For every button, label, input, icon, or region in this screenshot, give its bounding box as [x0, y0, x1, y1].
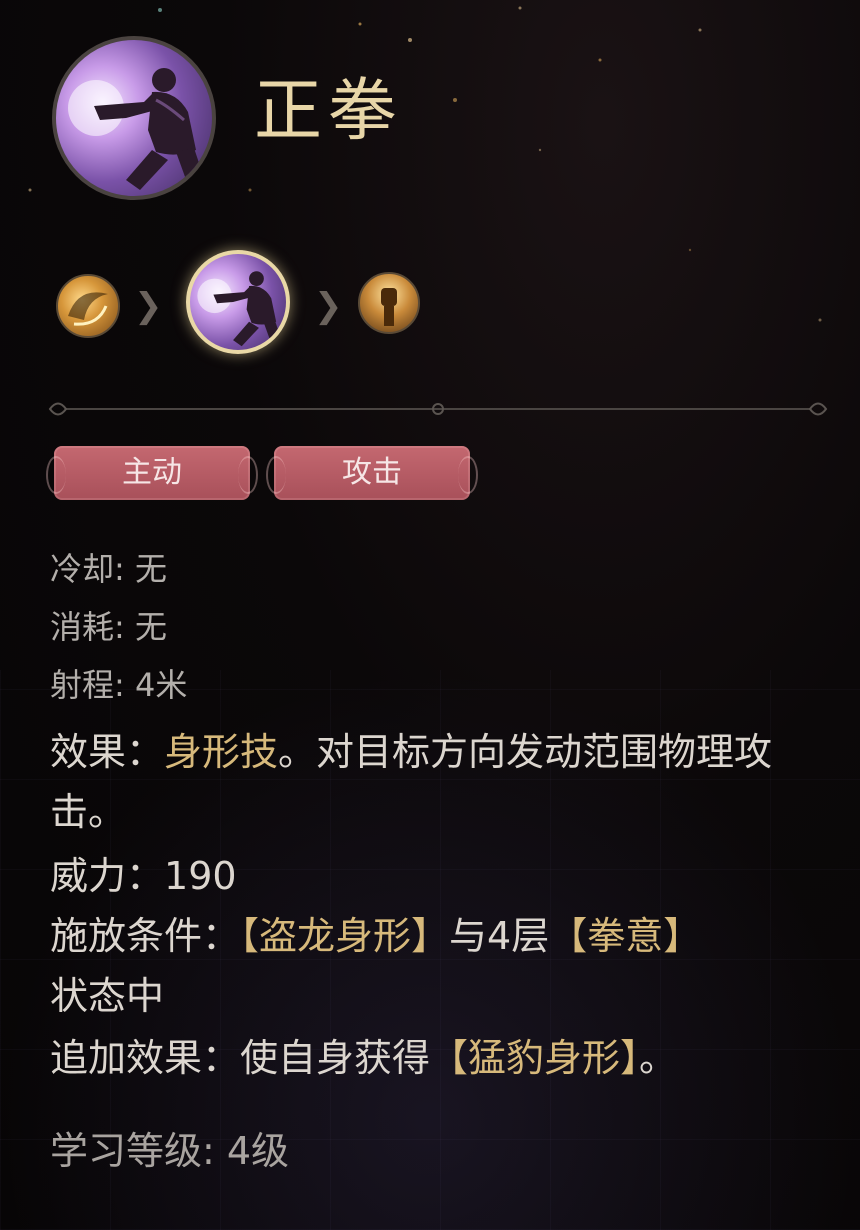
stat-cost: 消耗: 无	[50, 608, 167, 646]
condition-part2: 【拳意】	[549, 914, 702, 958]
fist-punch-icon	[52, 36, 216, 200]
condition-suffix: 状态中	[50, 974, 165, 1018]
learn-level: 学习等级: 4级	[50, 1129, 290, 1173]
fist-punch-icon[interactable]	[186, 250, 290, 354]
stat-range: 射程: 4米	[50, 666, 188, 704]
golden-swirl-icon[interactable]	[56, 274, 120, 338]
condition-line: 施放条件：【盗龙身形】与4层【拳意】状态中	[50, 906, 820, 1026]
power-label: 威力：	[50, 854, 165, 898]
skill-chain: ❯ ❯	[0, 250, 860, 360]
condition-part1: 【盗龙身形】	[240, 914, 450, 958]
chevron-right-icon: ❯	[314, 286, 343, 326]
skill-title: 正拳	[254, 72, 403, 151]
stat-cooldown: 冷却: 无	[50, 550, 167, 588]
extra-effect-line: 追加效果：使自身获得【猛豹身形】。	[50, 1028, 820, 1088]
ornate-divider	[48, 402, 828, 416]
extra-highlight: 【猛豹身形】	[430, 1036, 640, 1080]
effect-line: 效果：身形技。对目标方向发动范围物理攻击。	[50, 722, 820, 842]
power-line: 威力：190	[50, 846, 820, 906]
condition-label: 施放条件：	[50, 914, 241, 958]
power-value: 190	[164, 854, 237, 898]
tag-attack: 攻击	[266, 446, 478, 500]
chevron-right-icon: ❯	[134, 286, 163, 326]
extra-label: 追加效果：	[50, 1036, 241, 1080]
condition-middle: 与4层	[449, 914, 550, 958]
effect-label: 效果：	[50, 730, 165, 774]
extra-suffix: 。	[639, 1036, 678, 1080]
tag-active: 主动	[46, 446, 258, 500]
extra-text: 使自身获得	[240, 1036, 431, 1080]
raised-fist-icon[interactable]	[358, 272, 420, 334]
effect-highlight: 身形技	[164, 730, 279, 774]
